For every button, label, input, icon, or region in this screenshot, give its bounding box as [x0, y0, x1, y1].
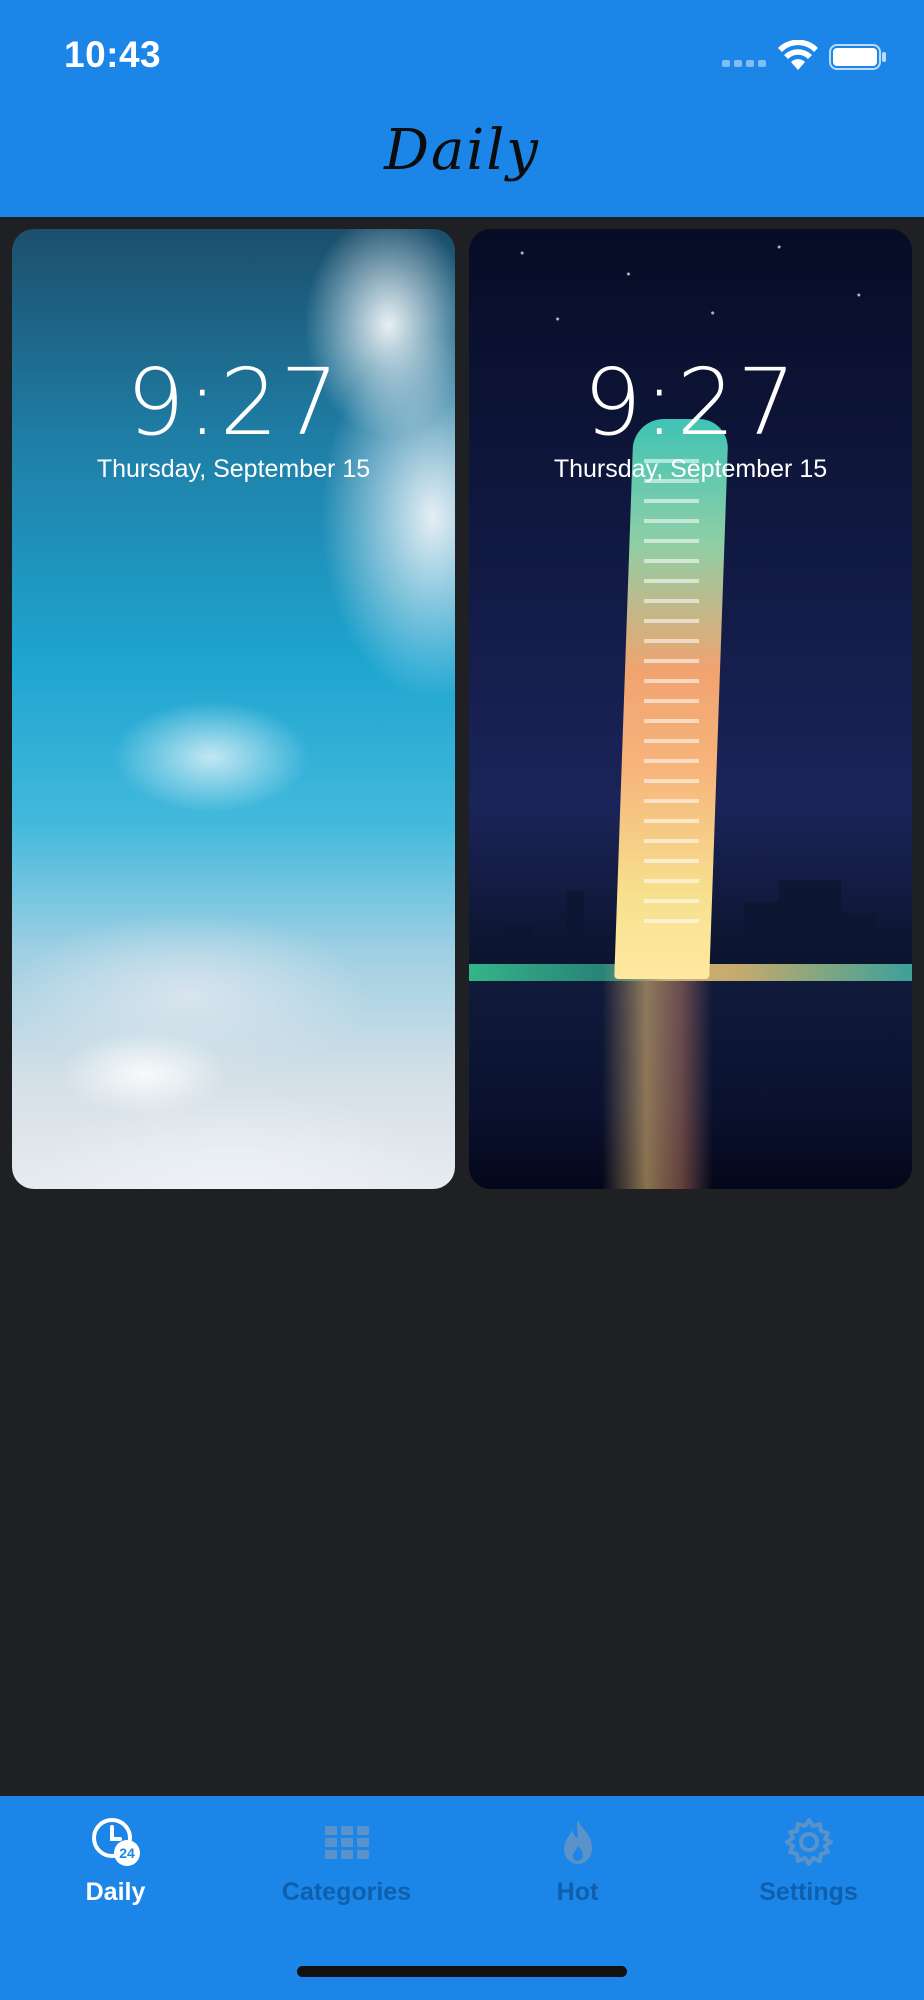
tab-daily[interactable]: 24 Daily	[0, 1816, 231, 1926]
tab-settings[interactable]: Settings	[693, 1816, 924, 1926]
tab-label: Settings	[759, 1878, 858, 1906]
water-reflection-decoration	[469, 981, 912, 1189]
lock-screen-date: Thursday, September 15	[553, 455, 828, 483]
flame-icon	[563, 1820, 592, 1864]
lock-screen-time: 9:27	[126, 349, 341, 456]
tab-label: Categories	[281, 1878, 412, 1906]
screen: 10:43 Daily 9:27 Thursday, September 15 …	[0, 0, 924, 2000]
status-time: 10:43	[64, 34, 162, 75]
wallpaper-card-city[interactable]: 9:27 Thursday, September 15	[469, 229, 912, 1189]
tab-label: Daily	[85, 1878, 146, 1906]
lock-screen-time: 9:27	[583, 349, 798, 456]
lock-screen-date: Thursday, September 15	[96, 455, 371, 483]
home-indicator[interactable]	[297, 1966, 627, 1977]
svg-text:24: 24	[119, 1845, 135, 1861]
tab-hot[interactable]: Hot	[462, 1816, 693, 1926]
grid-icon	[324, 1826, 369, 1859]
page-title: Daily	[384, 118, 540, 183]
tab-label: Hot	[556, 1878, 599, 1906]
battery-icon	[829, 44, 886, 70]
header: 10:43 Daily	[0, 0, 924, 217]
wifi-icon	[778, 40, 818, 70]
clock-24-icon: 24	[91, 1818, 140, 1866]
gear-icon	[784, 1818, 833, 1866]
tower-windows-decoration	[644, 459, 699, 939]
tab-categories[interactable]: Categories	[231, 1816, 462, 1926]
wallpaper-card-clouds[interactable]: 9:27 Thursday, September 15	[12, 229, 455, 1189]
cellular-signal-icon	[722, 58, 768, 68]
